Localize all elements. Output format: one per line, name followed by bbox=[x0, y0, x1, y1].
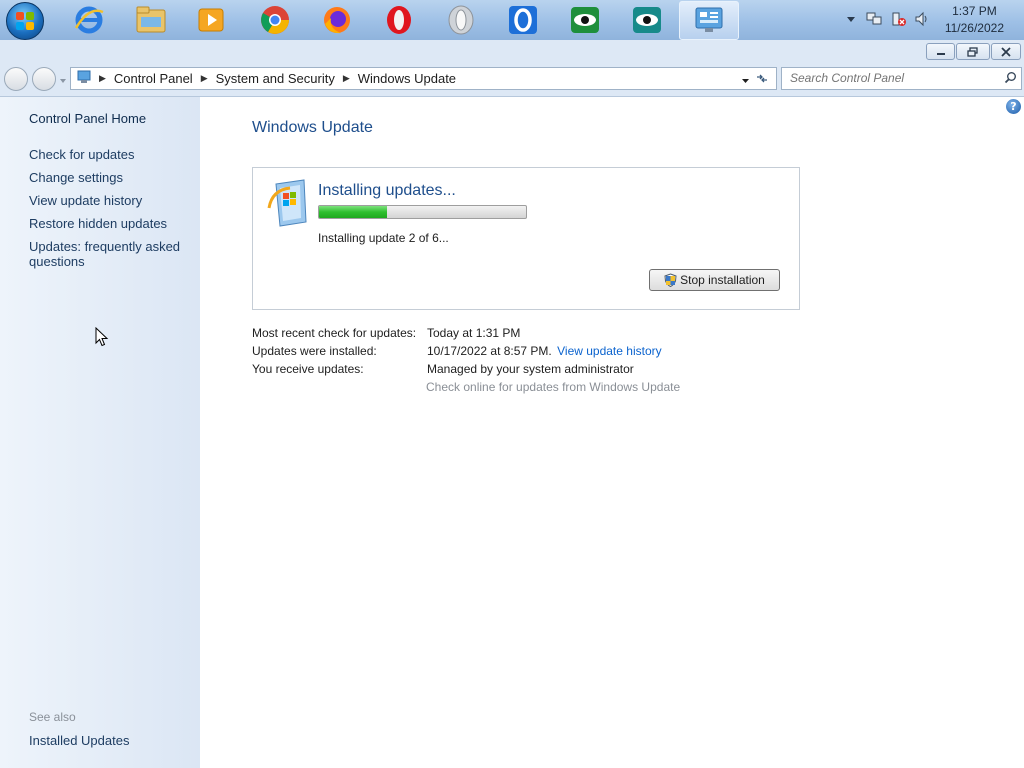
see-also-heading: See also bbox=[29, 710, 76, 724]
progress-fill bbox=[319, 206, 388, 218]
control-panel-home-link[interactable]: Control Panel Home bbox=[29, 111, 146, 126]
check-for-updates-link[interactable]: Check for updates bbox=[29, 147, 135, 162]
view-update-history-inline-link[interactable]: View update history bbox=[557, 344, 662, 358]
breadcrumb-arrow-icon[interactable]: ▶ bbox=[99, 74, 106, 84]
taskbar: 1:37 PM 11/26/2022 bbox=[0, 0, 1024, 41]
clock-date: 11/26/2022 bbox=[944, 21, 1004, 35]
control-panel-small-icon bbox=[77, 70, 91, 87]
updates-installed-value: 10/17/2022 at 8:57 PM. bbox=[427, 344, 552, 358]
eye-app-icon[interactable] bbox=[568, 3, 602, 37]
firefox-icon[interactable] bbox=[320, 3, 354, 37]
opera-gray-icon[interactable] bbox=[444, 3, 478, 37]
recent-check-label: Most recent check for updates: bbox=[252, 326, 417, 340]
page-title: Windows Update bbox=[252, 119, 373, 136]
forward-button[interactable] bbox=[32, 67, 56, 91]
mouse-cursor-icon bbox=[95, 326, 109, 350]
recent-check-value: Today at 1:31 PM bbox=[427, 326, 521, 340]
receive-updates-label: You receive updates: bbox=[252, 362, 364, 376]
search-input[interactable] bbox=[782, 68, 990, 87]
updates-faq-link[interactable]: Updates: frequently asked bbox=[29, 239, 180, 254]
restore-button[interactable] bbox=[956, 43, 990, 60]
breadcrumb-control-panel[interactable]: Control Panel bbox=[114, 71, 193, 86]
eye-app-teal-icon[interactable] bbox=[630, 3, 664, 37]
breadcrumb-windows-update[interactable]: Windows Update bbox=[358, 71, 456, 86]
breadcrumb-arrow-icon[interactable]: ▶ bbox=[343, 74, 350, 84]
minimize-icon bbox=[936, 52, 945, 55]
clock[interactable]: 1:37 PM 11/26/2022 bbox=[945, 3, 1004, 37]
opera-blue-icon[interactable] bbox=[506, 3, 540, 37]
check-online-link[interactable]: Check online for updates from Windows Up… bbox=[426, 380, 680, 394]
uac-shield-icon bbox=[664, 273, 677, 287]
internet-explorer-icon[interactable] bbox=[72, 3, 106, 37]
address-bar[interactable]: ▶ Control Panel ▶ System and Security ▶ … bbox=[70, 67, 777, 90]
stop-installation-button[interactable]: Stop installation bbox=[649, 269, 780, 291]
window-caption-bar bbox=[0, 40, 1024, 62]
install-progress-text: Installing update 2 of 6... bbox=[318, 231, 449, 245]
control-panel-taskbar-button[interactable] bbox=[679, 1, 739, 40]
view-update-history-link[interactable]: View update history bbox=[29, 193, 142, 208]
close-icon bbox=[1001, 46, 1011, 57]
search-box[interactable] bbox=[781, 67, 1022, 90]
opera-icon[interactable] bbox=[382, 3, 416, 37]
change-settings-link[interactable]: Change settings bbox=[29, 170, 123, 185]
updates-installed-row: 10/17/2022 at 8:57 PM. View update histo… bbox=[427, 344, 662, 358]
installed-updates-link[interactable]: Installed Updates bbox=[29, 733, 129, 748]
minimize-button[interactable] bbox=[926, 43, 955, 60]
clock-time: 1:37 PM bbox=[952, 4, 997, 18]
refresh-icon bbox=[757, 74, 767, 82]
updates-faq-link-continued[interactable]: questions bbox=[29, 254, 85, 269]
chrome-icon[interactable] bbox=[258, 3, 292, 37]
start-button[interactable] bbox=[6, 2, 44, 40]
help-icon[interactable]: ? bbox=[1006, 99, 1021, 114]
stop-installation-label: Stop installation bbox=[680, 273, 765, 287]
refresh-button[interactable] bbox=[750, 67, 774, 88]
back-button[interactable] bbox=[4, 67, 28, 91]
media-player-icon[interactable] bbox=[194, 3, 228, 37]
close-button[interactable] bbox=[991, 43, 1021, 60]
control-panel-icon bbox=[693, 6, 725, 39]
installing-updates-title: Installing updates... bbox=[318, 182, 456, 199]
install-progress-bar bbox=[318, 205, 527, 219]
breadcrumb-arrow-icon[interactable]: ▶ bbox=[201, 74, 208, 84]
breadcrumb-system-security[interactable]: System and Security bbox=[216, 71, 335, 86]
restore-hidden-updates-link[interactable]: Restore hidden updates bbox=[29, 216, 167, 231]
receive-updates-value: Managed by your system administrator bbox=[427, 362, 634, 376]
search-icon[interactable] bbox=[1004, 71, 1017, 87]
recent-pages-icon[interactable] bbox=[59, 74, 67, 88]
updates-installed-label: Updates were installed: bbox=[252, 344, 377, 358]
address-dropdown-icon[interactable] bbox=[741, 74, 750, 88]
windows-update-icon bbox=[266, 178, 312, 231]
windows-logo-icon bbox=[16, 12, 34, 30]
file-explorer-icon[interactable] bbox=[134, 3, 168, 37]
restore-icon bbox=[967, 46, 978, 57]
